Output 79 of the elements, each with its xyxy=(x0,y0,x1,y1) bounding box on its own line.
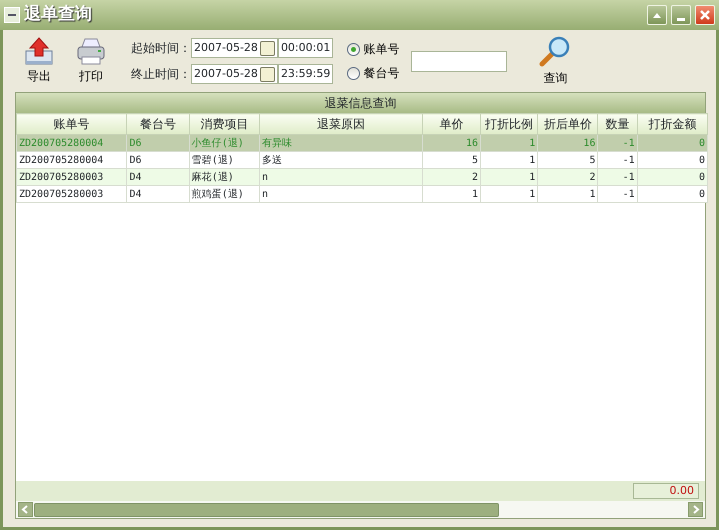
table-cell: 1 xyxy=(480,152,538,168)
search-field[interactable] xyxy=(411,50,508,72)
column-header[interactable]: 餐台号 xyxy=(126,114,190,134)
table-cell: 1 xyxy=(538,186,598,202)
column-header[interactable]: 消费项目 xyxy=(189,114,260,134)
table-cell: ZD200705280003 xyxy=(16,168,127,186)
table-cell: ZD200705280004 xyxy=(16,134,127,152)
close-icon xyxy=(698,8,712,22)
table-cell: 1 xyxy=(422,186,480,202)
table-cell: 1 xyxy=(480,186,538,202)
column-header[interactable]: 账单号 xyxy=(16,114,127,134)
chevron-right-icon xyxy=(691,505,700,514)
scrollbar-thumb[interactable] xyxy=(34,502,499,516)
column-header[interactable]: 单价 xyxy=(422,114,480,134)
field-label: 起始时间： xyxy=(131,40,191,57)
table-cell: 2 xyxy=(538,168,598,186)
time-field[interactable]: 23:59:59 xyxy=(278,64,334,84)
table-cell: D4 xyxy=(126,186,190,202)
table-row[interactable]: ZD200705280004 D6 雪碧(退) 多送 5 1 5 -1 0 xyxy=(16,152,708,168)
radio-button[interactable]: 餐台号 xyxy=(347,64,400,82)
table-cell: 麻花(退) xyxy=(189,168,260,186)
table-cell: n xyxy=(260,186,422,202)
table-cell: D6 xyxy=(126,134,190,152)
table-row[interactable]: ZD200705280003 D4 麻花(退) n 2 1 2 -1 0 xyxy=(16,168,708,186)
grid-title: 退菜信息查询 xyxy=(16,93,705,113)
table-cell: n xyxy=(260,168,422,186)
field-label: 终止时间： xyxy=(131,66,191,83)
scroll-left-button[interactable] xyxy=(18,502,33,517)
table-cell: -1 xyxy=(598,186,638,202)
column-header[interactable]: 数量 xyxy=(598,114,638,134)
upload-icon xyxy=(24,37,54,65)
radio-button[interactable]: 账单号 xyxy=(347,40,400,58)
table-cell: ZD200705280004 xyxy=(16,152,127,168)
table-cell: 1 xyxy=(480,134,538,152)
table-cell: 0 xyxy=(637,168,708,186)
table-cell: D6 xyxy=(126,152,190,168)
printer-icon xyxy=(76,37,106,65)
table-cell: ZD200705280003 xyxy=(16,186,127,202)
date-field[interactable]: 2007-05-28 xyxy=(191,64,278,84)
table-cell: 0 xyxy=(637,186,708,202)
minimize-button[interactable] xyxy=(671,5,691,25)
date-field[interactable]: 2007-05-28 xyxy=(191,38,278,58)
column-header[interactable]: 打折比例 xyxy=(480,114,538,134)
table-cell: 16 xyxy=(538,134,598,152)
calendar-button[interactable] xyxy=(260,40,275,56)
table-cell: 5 xyxy=(422,152,480,168)
table-row[interactable]: ZD200705280003 D4 煎鸡蛋(退) n 1 1 1 -1 0 xyxy=(16,186,708,202)
column-header[interactable]: 退菜原因 xyxy=(260,114,422,134)
table-cell: -1 xyxy=(598,134,638,152)
table-cell: 5 xyxy=(538,152,598,168)
table-cell: 多送 xyxy=(260,152,422,168)
table-cell: 16 xyxy=(422,134,480,152)
table-cell: 0 xyxy=(637,134,708,152)
table-cell: 2 xyxy=(422,168,480,186)
column-header[interactable]: 折后单价 xyxy=(538,114,598,134)
calendar-button[interactable] xyxy=(260,66,275,82)
query-button[interactable]: 查询 xyxy=(529,35,582,87)
minimize-icon xyxy=(677,18,685,20)
table-cell: 1 xyxy=(480,168,538,186)
toolbar-button[interactable]: 打印 xyxy=(65,37,117,85)
table-cell: 雪碧(退) xyxy=(189,152,260,168)
table-cell: -1 xyxy=(598,152,638,168)
restore-button[interactable] xyxy=(647,5,667,25)
column-header[interactable]: 打折金额 xyxy=(637,114,708,134)
table-cell: -1 xyxy=(598,168,638,186)
table-cell: 0 xyxy=(637,152,708,168)
total-field: 0.00 xyxy=(633,483,699,499)
time-field[interactable]: 00:00:01 xyxy=(278,38,334,58)
menu-icon[interactable] xyxy=(4,7,20,23)
chevron-left-icon xyxy=(21,505,30,514)
window-title: 退单查询 xyxy=(24,3,92,26)
scroll-right-button[interactable] xyxy=(688,502,703,517)
toolbar-button[interactable]: 导出 xyxy=(13,37,65,85)
close-button[interactable] xyxy=(695,5,715,25)
table-cell: 小鱼仔(退) xyxy=(189,134,260,152)
search-icon xyxy=(539,35,572,67)
table-cell: D4 xyxy=(126,168,190,186)
table-cell: 煎鸡蛋(退) xyxy=(189,186,260,202)
table-cell: 有异味 xyxy=(260,134,422,152)
